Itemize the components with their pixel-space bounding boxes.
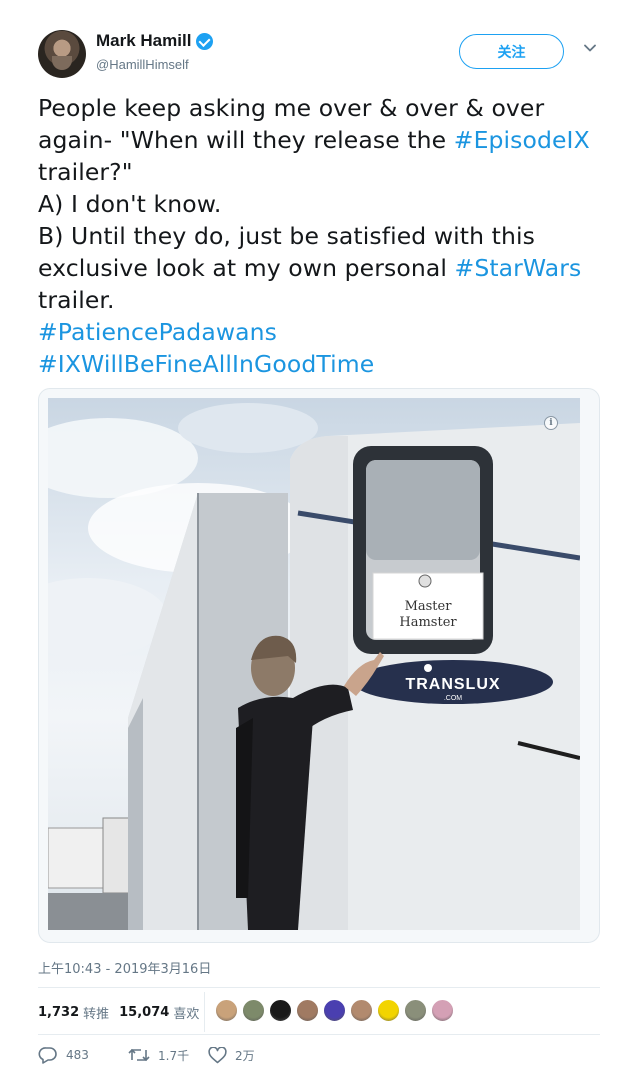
avatar-beard <box>52 56 72 70</box>
retweet-count-number: 1,732 <box>38 1004 80 1020</box>
retweet-count-label: 转推 <box>83 1006 110 1022</box>
tweet-photo[interactable]: Master Hamster TRANSLUX .COM i <box>48 398 580 930</box>
photo-illustration: Master Hamster TRANSLUX .COM <box>48 403 580 930</box>
media-card[interactable]: Master Hamster TRANSLUX .COM i <box>38 388 600 943</box>
liker-avatar[interactable] <box>215 999 238 1022</box>
reply-button[interactable]: 483 <box>38 1046 128 1064</box>
retweet-button[interactable]: 1.7千 <box>128 1046 208 1064</box>
hashtag-link[interactable]: #IXWillBeFineAllInGoodTime <box>38 350 374 378</box>
engagement-stats: 1,732 转推 15,074 喜欢 <box>38 1000 209 1024</box>
logo-sub: .COM <box>444 695 462 702</box>
hashtag-link[interactable]: #PatiencePadawans <box>38 318 277 346</box>
like-count-label: 喜欢 <box>173 1006 200 1022</box>
liker-avatar[interactable] <box>431 999 454 1022</box>
liker-avatar[interactable] <box>296 999 319 1022</box>
hashtag-link[interactable]: #EpisodeIX <box>454 126 590 154</box>
tweet-text-line: exclusive look at my own personal #StarW… <box>38 252 608 284</box>
liker-avatar[interactable] <box>242 999 265 1022</box>
stats-divider <box>204 992 205 1032</box>
reply-count: 483 <box>66 1048 89 1062</box>
reply-icon <box>38 1047 57 1064</box>
tweet-text-line: again- "When will they release the #Epis… <box>38 124 608 156</box>
retweet-count[interactable]: 1,732 转推 <box>38 1003 109 1022</box>
tweet-text-segment: again- "When will they release the <box>38 126 454 154</box>
tweet-text-segment: exclusive look at my own personal <box>38 254 455 282</box>
tweet-text-line: #PatiencePadawans <box>38 316 608 348</box>
tweet-text-segment: People keep asking me over & over & over <box>38 94 545 122</box>
name-row: Mark Hamill <box>96 31 214 51</box>
like-count[interactable]: 15,074 喜欢 <box>119 1003 199 1022</box>
liker-avatar[interactable] <box>404 999 427 1022</box>
avatar[interactable] <box>38 30 86 78</box>
likers-avatars[interactable] <box>215 999 454 1022</box>
tweet-text-line: People keep asking me over & over & over <box>38 92 608 124</box>
user-handle[interactable]: @HamillHimself <box>96 57 189 72</box>
tweet-text-line: #IXWillBeFineAllInGoodTime <box>38 348 608 380</box>
like-button[interactable]: 2万 <box>208 1046 255 1064</box>
liker-avatar[interactable] <box>323 999 346 1022</box>
tweet-header: Mark Hamill @HamillHimself 关注 <box>38 28 608 78</box>
liker-avatar[interactable] <box>269 999 292 1022</box>
tweet-text-segment: B) Until they do, just be satisfied with… <box>38 222 535 250</box>
follow-button[interactable]: 关注 <box>459 34 564 69</box>
like-count-number: 15,074 <box>119 1004 170 1020</box>
heart-icon <box>208 1046 227 1063</box>
retweet-icon <box>128 1048 150 1062</box>
tweet-text-line: trailer?" <box>38 156 608 188</box>
action-like-count: 2万 <box>235 1048 255 1063</box>
tweet-timestamp[interactable]: 上午10:43 - 2019年3月16日 <box>38 958 211 977</box>
display-name[interactable]: Mark Hamill <box>96 31 191 51</box>
divider-bottom <box>38 1034 600 1035</box>
logo-text: TRANSLUX <box>405 676 500 693</box>
liker-avatar[interactable] <box>350 999 373 1022</box>
verified-badge-icon <box>196 32 214 50</box>
sign-line-2: Hamster <box>399 615 457 630</box>
tweet-text-segment: trailer. <box>38 286 115 314</box>
divider-top <box>38 987 600 988</box>
info-icon[interactable]: i <box>544 416 558 430</box>
sign-line-1: Master <box>405 599 453 614</box>
liker-avatar[interactable] <box>377 999 400 1022</box>
tweet-text-line: A) I don't know. <box>38 188 608 220</box>
action-retweet-count: 1.7千 <box>158 1048 190 1063</box>
hashtag-link[interactable]: #StarWars <box>455 254 582 282</box>
tweet-text-segment: A) I don't know. <box>38 190 222 218</box>
chevron-down-icon[interactable] <box>584 42 596 54</box>
tweet-actions: 483 1.7千 2万 <box>38 1046 255 1064</box>
tweet-text-segment: trailer?" <box>38 158 133 186</box>
tweet-text-line: trailer. <box>38 284 608 316</box>
tweet-text-line: B) Until they do, just be satisfied with… <box>38 220 608 252</box>
tweet-text: People keep asking me over & over & over… <box>38 92 608 380</box>
